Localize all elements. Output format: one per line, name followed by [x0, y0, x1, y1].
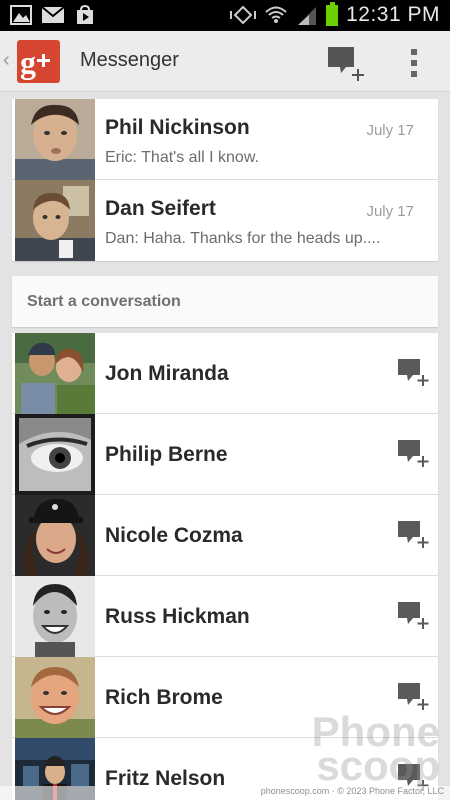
new-conversation-button[interactable] [322, 43, 366, 83]
contact-row[interactable]: Philip Berne [12, 414, 438, 495]
recent-conversations-card: Phil Nickinson July 17 Eric: That's all … [12, 99, 438, 261]
start-conversation-button[interactable] [396, 600, 430, 632]
contact-name: Rich Brome [105, 686, 223, 709]
avatar [15, 180, 95, 261]
start-conversation-header: Start a conversation [12, 276, 438, 327]
contact-row[interactable]: Nicole Cozma [12, 495, 438, 576]
avatar [15, 414, 95, 495]
gallery-icon [10, 5, 32, 25]
wifi-icon [265, 6, 287, 23]
watermark-line: scoop [316, 742, 440, 789]
start-conversation-button[interactable] [396, 357, 430, 389]
app-title: Messenger [80, 49, 179, 71]
conversation-date: July 17 [366, 203, 414, 220]
conversation-date: July 17 [366, 122, 414, 139]
gmail-icon [41, 6, 65, 23]
contact-name: Jon Miranda [105, 362, 229, 385]
avatar [15, 333, 95, 414]
start-conversation-button[interactable] [396, 438, 430, 470]
avatar [15, 495, 95, 576]
action-bar: ‹ g Messenger [0, 31, 450, 92]
svg-text:g: g [20, 44, 36, 80]
message-snippet: Eric: That's all I know. [105, 149, 259, 166]
google-plus-logo[interactable]: g [17, 40, 60, 83]
image-credit: phonescoop.com · © 2023 Phone Factor, LL… [0, 786, 450, 800]
avatar [15, 576, 95, 657]
play-store-icon [77, 5, 93, 24]
contact-name: Philip Berne [105, 443, 228, 466]
conversation-row[interactable]: Phil Nickinson July 17 Eric: That's all … [12, 99, 438, 180]
contact-name: Dan Seifert [105, 197, 216, 220]
signal-icon [298, 7, 317, 25]
clock: 12:31 PM [346, 3, 440, 26]
contact-name: Nicole Cozma [105, 524, 243, 547]
contact-name: Russ Hickman [105, 605, 250, 628]
new-message-icon [398, 359, 429, 386]
start-conversation-button[interactable] [396, 519, 430, 551]
battery-icon [326, 1, 339, 26]
overflow-menu-icon [411, 49, 417, 77]
back-chevron-icon[interactable]: ‹ [3, 49, 10, 72]
vibrate-icon [230, 5, 257, 25]
contact-row[interactable]: Jon Miranda [12, 333, 438, 414]
avatar [15, 99, 95, 180]
section-title: Start a conversation [27, 293, 181, 310]
phonescoop-watermark: Phone scoop [312, 711, 440, 789]
overflow-menu-button[interactable] [400, 45, 428, 81]
new-message-icon [398, 521, 429, 548]
new-message-icon [328, 47, 364, 81]
contact-name: Phil Nickinson [105, 116, 250, 139]
message-snippet: Dan: Haha. Thanks for the heads up.... [105, 230, 381, 247]
new-message-icon [398, 440, 429, 467]
contact-row[interactable]: Russ Hickman [12, 576, 438, 657]
new-message-icon [398, 602, 429, 629]
conversation-row[interactable]: Dan Seifert July 17 Dan: Haha. Thanks fo… [12, 180, 438, 261]
status-bar: 12:31 PM [0, 0, 450, 31]
avatar [15, 657, 95, 738]
